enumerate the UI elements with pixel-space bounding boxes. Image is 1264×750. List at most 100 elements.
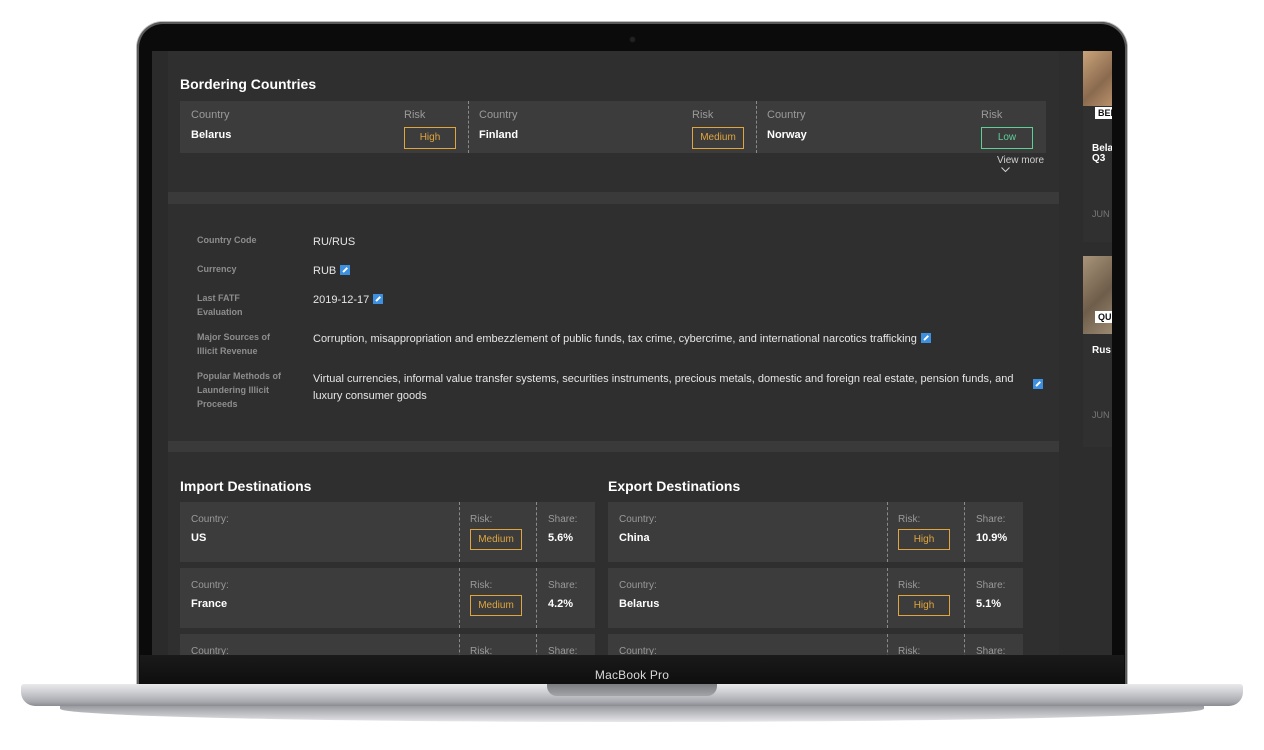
risk-label: Risk: [470, 646, 493, 655]
country-name: France [191, 598, 228, 610]
trade-row: Country: Risk: Share: [180, 634, 595, 655]
divider [459, 634, 460, 655]
share-label: Share: [976, 514, 1006, 525]
risk-label: Risk: [898, 514, 921, 525]
info-label: Last FATF Evaluation [197, 293, 243, 317]
divider [964, 634, 965, 655]
risk-label: Risk [404, 109, 426, 121]
laptop-notch [547, 684, 717, 696]
risk-badge: Low [981, 127, 1033, 149]
camera-icon [630, 37, 635, 42]
news-card[interactable]: QU Rus JUN [1083, 256, 1112, 447]
country-label: Country [191, 109, 230, 121]
trade-row: Country: Risk: Share: [608, 634, 1023, 655]
bordering-panel: Bordering Countries Country Belarus Risk… [168, 51, 1059, 192]
country-name: US [191, 532, 207, 544]
screen: Bordering Countries Country Belarus Risk… [152, 51, 1112, 655]
country-label: Country: [191, 646, 229, 655]
risk-badge: Medium [692, 127, 744, 149]
info-label: Currency [197, 264, 237, 274]
risk-badge: Medium [470, 595, 522, 616]
info-value-wrap: Corruption, misappropriation and embezzl… [313, 331, 1033, 348]
news-tag: BEl [1095, 107, 1112, 119]
trade-row: Country: US Risk: Medium Share: 5.6% [180, 502, 595, 562]
news-date: JUN [1092, 209, 1110, 219]
device-brand: MacBook Pro [594, 668, 670, 682]
share-value: 5.1% [976, 598, 1002, 610]
country-name: Norway [767, 129, 807, 141]
info-label: Major Sources of Illicit Revenue [197, 332, 271, 356]
share-value: 5.6% [548, 532, 574, 544]
news-date: JUN [1092, 410, 1110, 420]
bordering-title: Bordering Countries [180, 76, 317, 92]
external-link-icon[interactable] [340, 265, 351, 275]
info-value: RUB [313, 265, 337, 277]
country-name: China [619, 532, 650, 544]
share-label: Share: [976, 646, 1006, 655]
info-value-wrap: RUB [313, 263, 351, 280]
divider [536, 568, 537, 628]
risk-label: Risk: [898, 580, 921, 591]
country-label: Country: [619, 580, 657, 591]
bordering-row: Country Belarus Risk High Country Finlan… [180, 101, 1046, 153]
risk-badge: High [898, 595, 950, 616]
info-label: Popular Methods of Laundering Illicit Pr… [197, 371, 281, 409]
share-label: Share: [548, 646, 578, 655]
news-tag: QU [1095, 311, 1112, 323]
import-title: Import Destinations [180, 478, 312, 494]
trade-panel: Import Destinations Export Destinations … [168, 452, 1059, 655]
info-value: RU/RUS [313, 236, 356, 248]
external-link-icon[interactable] [920, 333, 931, 343]
divider [887, 634, 888, 655]
country-label: Country [479, 109, 518, 121]
country-label: Country: [191, 580, 229, 591]
info-label: Country Code [197, 235, 257, 245]
map-strip [168, 192, 1059, 204]
external-link-icon[interactable] [1033, 379, 1043, 389]
info-value-wrap: 2019-12-17 [313, 292, 384, 309]
news-title: Rus [1092, 345, 1111, 356]
bordering-cell: Country Belarus Risk High [180, 101, 468, 153]
view-more-label: View more [997, 155, 1045, 166]
risk-label: Risk [981, 109, 1003, 121]
share-label: Share: [548, 580, 578, 591]
country-label: Country: [191, 514, 229, 525]
view-more-link[interactable]: View more [997, 155, 1059, 177]
bordering-cell: Country Finland Risk Medium [468, 101, 756, 153]
country-name: Belarus [619, 598, 660, 610]
risk-badge: High [898, 529, 950, 550]
info-value: Corruption, misappropriation and embezzl… [313, 333, 917, 345]
news-card[interactable]: BEl Bela Q3 JUN [1083, 51, 1112, 242]
divider [536, 502, 537, 562]
share-value: 10.9% [976, 532, 1008, 544]
bordering-cell: Country Norway Risk Low [756, 101, 1046, 153]
country-label: Country [767, 109, 806, 121]
risk-label: Risk [692, 109, 714, 121]
risk-label: Risk: [470, 580, 493, 591]
divider [964, 502, 965, 562]
divider [964, 568, 965, 628]
share-label: Share: [976, 580, 1006, 591]
divider [887, 502, 888, 562]
info-panel: Country Code RU/RUS Currency RUB Last FA… [168, 204, 1059, 441]
country-label: Country: [619, 514, 657, 525]
share-label: Share: [548, 514, 578, 525]
share-value: 4.2% [548, 598, 574, 610]
risk-label: Risk: [470, 514, 493, 525]
laptop-base-bottom [60, 706, 1204, 722]
news-title: Q3 [1092, 153, 1106, 164]
external-link-icon[interactable] [373, 294, 384, 304]
info-value: Virtual currencies, informal value trans… [313, 373, 1014, 402]
export-title: Export Destinations [608, 478, 741, 494]
divider [459, 502, 460, 562]
trade-row: Country: Belarus Risk: High Share: 5.1% [608, 568, 1023, 628]
country-name: Finland [479, 129, 519, 141]
trade-row: Country: China Risk: High Share: 10.9% [608, 502, 1023, 562]
risk-badge: High [404, 127, 456, 149]
country-label: Country: [619, 646, 657, 655]
map-strip [168, 441, 1059, 452]
news-thumbnail [1083, 51, 1112, 106]
divider [536, 634, 537, 655]
divider [459, 568, 460, 628]
risk-badge: Medium [470, 529, 522, 550]
